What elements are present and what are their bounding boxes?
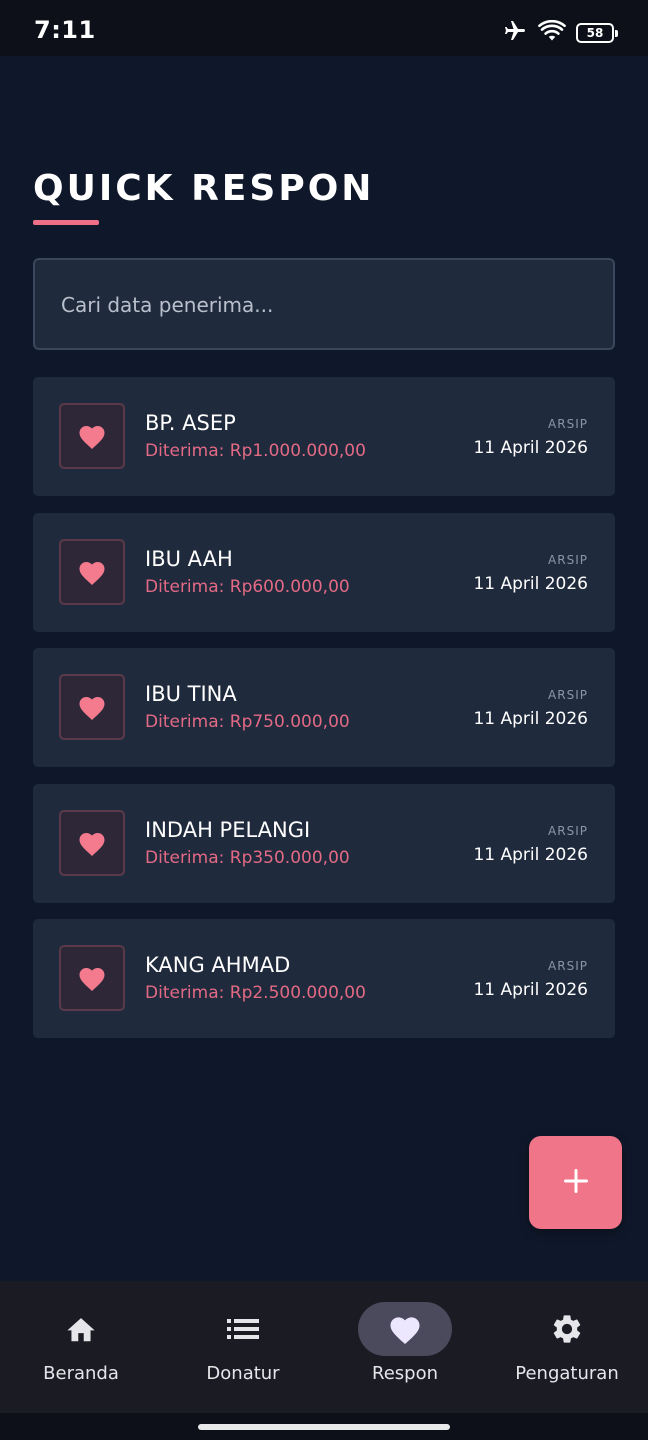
recipient-list: BP. ASEP Diterima: Rp1.000.000,00 ARSIP … (33, 377, 615, 1055)
recipient-date: 11 April 2026 (473, 709, 588, 729)
archive-tag: ARSIP (548, 552, 588, 567)
archive-tag: ARSIP (548, 823, 588, 838)
search-input[interactable] (59, 260, 593, 350)
page-title: QUICK RESPON (33, 168, 375, 209)
battery-level: 58 (586, 26, 604, 40)
nav-item-pengaturan[interactable]: Pengaturan (486, 1281, 648, 1413)
recipient-name: KANG AHMAD (145, 953, 291, 977)
recipient-amount: Diterima: Rp750.000,00 (145, 712, 350, 732)
gear-icon (520, 1302, 614, 1356)
add-button[interactable] (529, 1136, 622, 1229)
title-underline (33, 220, 99, 225)
nav-item-respon[interactable]: Respon (324, 1281, 486, 1413)
list-item[interactable]: INDAH PELANGI Diterima: Rp350.000,00 ARS… (33, 783, 615, 903)
app-screen: 7:11 58 QUICK RESPON Cari data penerima.… (0, 0, 648, 1440)
recipient-amount: Diterima: Rp2.500.000,00 (145, 983, 366, 1003)
nav-label: Donatur (206, 1363, 280, 1384)
recipient-date: 11 April 2026 (473, 438, 588, 458)
recipient-date: 11 April 2026 (473, 980, 588, 1000)
recipient-name: IBU AAH (145, 546, 233, 571)
heart-icon (358, 1302, 452, 1356)
search-box[interactable] (33, 258, 615, 350)
battery-icon: 58 (576, 23, 618, 43)
list-item[interactable]: BP. ASEP Diterima: Rp1.000.000,00 ARSIP … (33, 377, 615, 496)
recipient-amount: Diterima: Rp600.000,00 (145, 576, 350, 597)
status-icons: 58 (502, 19, 618, 47)
list-icon (196, 1302, 290, 1356)
heart-icon (59, 538, 125, 605)
home-indicator-handle[interactable] (198, 1424, 450, 1430)
gesture-bar (0, 1413, 648, 1440)
archive-tag: ARSIP (548, 959, 588, 973)
list-item[interactable]: KANG AHMAD Diterima: Rp2.500.000,00 ARSI… (33, 919, 615, 1038)
archive-tag: ARSIP (548, 688, 588, 702)
recipient-date: 11 April 2026 (473, 573, 588, 594)
nav-label: Beranda (43, 1363, 119, 1384)
recipient-name: BP. ASEP (145, 411, 236, 435)
recipient-amount: Diterima: Rp1.000.000,00 (145, 441, 366, 461)
heart-icon (59, 674, 125, 740)
recipient-date: 11 April 2026 (473, 844, 588, 865)
recipient-amount: Diterima: Rp350.000,00 (145, 847, 350, 868)
nav-item-beranda[interactable]: Beranda (0, 1281, 162, 1413)
recipient-name: IBU TINA (145, 682, 237, 706)
archive-tag: ARSIP (548, 417, 588, 431)
nav-item-donatur[interactable]: Donatur (162, 1281, 324, 1413)
nav-label: Pengaturan (515, 1363, 619, 1384)
list-item[interactable]: IBU AAH Diterima: Rp600.000,00 ARSIP 11 … (33, 512, 615, 632)
wifi-icon (538, 19, 566, 46)
heart-icon (59, 945, 125, 1011)
heart-icon (59, 809, 125, 876)
status-bar: 7:11 58 (0, 0, 648, 56)
nav-label: Respon (372, 1363, 438, 1384)
list-item[interactable]: IBU TINA Diterima: Rp750.000,00 ARSIP 11… (33, 648, 615, 767)
plus-icon (563, 1168, 589, 1198)
heart-icon (59, 403, 125, 469)
status-time: 7:11 (34, 16, 96, 44)
recipient-name: INDAH PELANGI (145, 817, 311, 842)
bottom-nav: Beranda Donatur Respon Pengaturan (0, 1281, 648, 1413)
airplane-icon (502, 19, 528, 47)
home-icon (34, 1302, 128, 1356)
